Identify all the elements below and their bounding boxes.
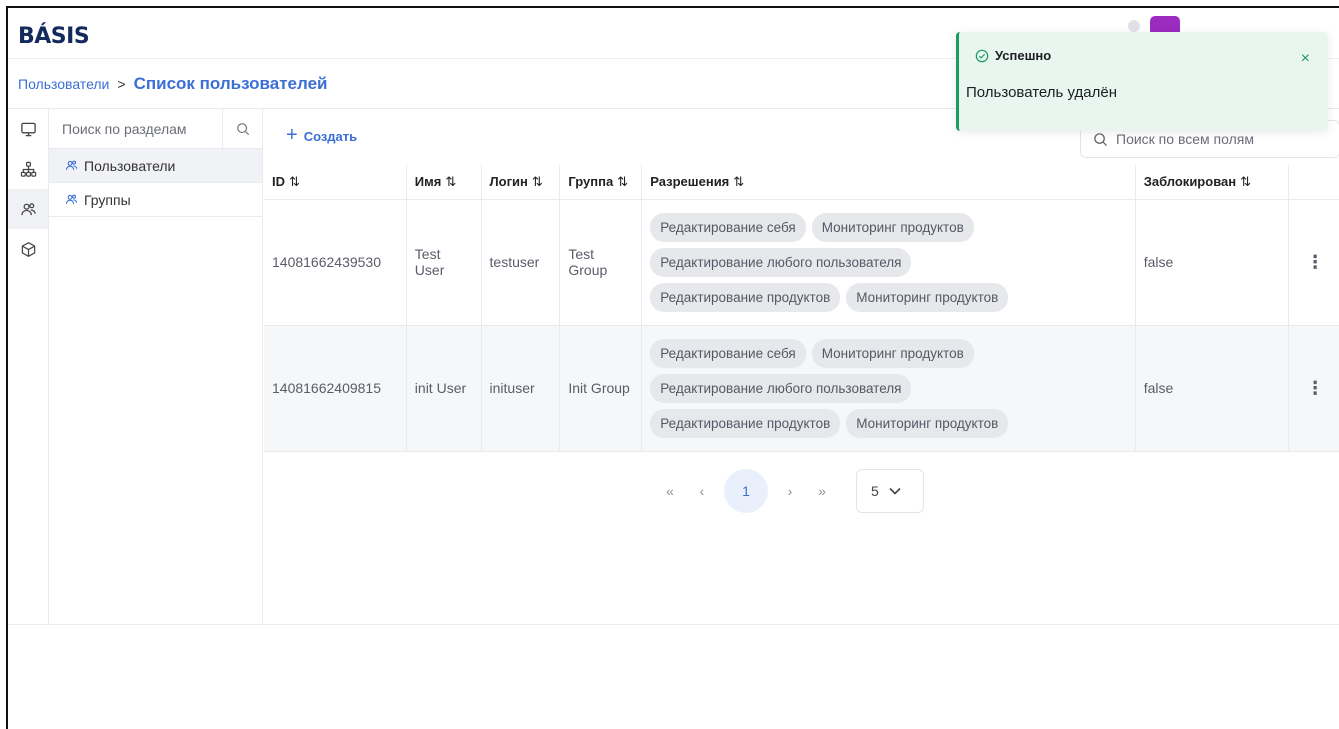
cell-name: Test User (405, 199, 482, 326)
toast-title: Успешно (975, 48, 1051, 63)
hierarchy-icon (20, 161, 36, 177)
sections-search (49, 109, 262, 149)
monitor-icon (20, 122, 36, 136)
toast-message: Пользователь удалён (966, 84, 1117, 101)
cell-blocked: false (1134, 199, 1289, 326)
permission-chip: Редактирование себя (650, 212, 806, 242)
check-circle-icon (975, 49, 989, 62)
sort-icon[interactable]: ⇅ (617, 174, 628, 189)
rail-item-users[interactable] (8, 189, 48, 229)
cube-icon (21, 241, 35, 257)
global-search-input[interactable] (1116, 131, 1316, 147)
app-window: BÁSIS Пользователи > Список пользователе… (6, 6, 1339, 729)
create-button-label: Создать (303, 128, 358, 144)
pagination: « ‹ 1 › » 5 (654, 469, 924, 513)
cell-id: 14081662439530 (264, 199, 407, 326)
sidebar-item-users[interactable]: Пользователи (49, 149, 262, 183)
main-divider-bottom (8, 624, 1339, 625)
users-content: + Создать ID⇅ Имя⇅ Логин⇅ Группа⇅ Разреш… (264, 109, 1339, 624)
table-row[interactable]: 14081662409815 init User inituser Init G… (264, 325, 1339, 452)
permission-chip: Редактирование себя (650, 338, 806, 368)
page-size-select[interactable]: 5 (856, 469, 924, 513)
row-actions-menu[interactable]: ⋮ (1288, 325, 1339, 452)
sort-icon[interactable]: ⇅ (532, 174, 543, 189)
page-title: Список пользователей (133, 74, 328, 93)
sort-icon[interactable]: ⇅ (289, 174, 300, 189)
column-header-permissions[interactable]: Разрешения ⇅ (641, 165, 1136, 200)
page-button-current[interactable]: 1 (724, 469, 768, 513)
permission-chip: Мониторинг продуктов (811, 338, 974, 368)
permission-chip: Мониторинг продуктов (846, 408, 1009, 438)
close-icon[interactable]: × (1301, 50, 1310, 68)
success-toast: Успешно Пользователь удалён × (956, 32, 1328, 131)
toast-title-text: Успешно (995, 48, 1052, 63)
rail-item-structure[interactable] (8, 149, 48, 189)
sections-search-button[interactable] (222, 109, 262, 149)
chevron-down-icon (889, 487, 901, 495)
search-icon (236, 123, 249, 136)
column-header-blocked[interactable]: Заблокирован ⇅ (1134, 165, 1289, 200)
users-table: ID ⇅ Имя ⇅ Логин ⇅ Группа ⇅ Разрешения ⇅ Забл… (264, 165, 1339, 452)
cell-blocked: false (1134, 325, 1289, 452)
search-icon (1094, 132, 1108, 146)
sort-icon[interactable]: ⇅ (1240, 174, 1251, 189)
sort-icon[interactable]: ⇅ (445, 174, 456, 189)
cell-login: inituser (480, 325, 560, 452)
prev-page-button[interactable]: ‹ (686, 469, 718, 513)
cell-login: testuser (480, 199, 560, 326)
sidebar-item-label: Группы (84, 191, 131, 208)
sort-icon[interactable]: ⇅ (733, 174, 744, 189)
permission-chip: Редактирование продуктов (650, 282, 841, 312)
sidebar-item-groups[interactable]: Группы (49, 183, 262, 217)
column-header-login[interactable]: Логин ⇅ (480, 165, 560, 200)
sections-search-input[interactable] (62, 120, 222, 137)
users-icon (20, 202, 36, 215)
kebab-icon: ⋮ (1306, 251, 1325, 272)
column-header-name[interactable]: Имя ⇅ (405, 165, 482, 200)
column-header-actions (1288, 165, 1339, 200)
column-header-id[interactable]: ID ⇅ (264, 165, 407, 200)
table-row[interactable]: 14081662439530 Test User testuser Test G… (264, 199, 1339, 326)
cell-group: Init Group (559, 325, 642, 452)
icon-rail (8, 109, 49, 624)
next-page-button[interactable]: › (774, 469, 806, 513)
column-header-group[interactable]: Группа ⇅ (559, 165, 642, 200)
create-button[interactable]: + Создать (286, 124, 358, 146)
cell-permissions: Редактирование себя Мониторинг продуктов… (641, 325, 1136, 452)
cell-id: 14081662409815 (264, 325, 407, 452)
cell-name: init User (405, 325, 482, 452)
permission-chip: Редактирование любого пользователя (650, 247, 912, 277)
cell-group: Test Group (559, 199, 642, 326)
notification-icon[interactable] (1128, 20, 1140, 32)
last-page-button[interactable]: » (806, 469, 838, 513)
sections-panel: Пользователи Группы (49, 109, 263, 624)
plus-icon: + (286, 124, 298, 146)
rail-item-products[interactable] (8, 229, 48, 269)
breadcrumb-users-link[interactable]: Пользователи (18, 76, 109, 92)
users-icon (65, 160, 78, 170)
permission-chip: Мониторинг продуктов (811, 212, 974, 242)
page-size-value: 5 (871, 483, 879, 499)
users-icon (65, 194, 78, 204)
permission-chip: Редактирование продуктов (650, 408, 841, 438)
cell-permissions: Редактирование себя Мониторинг продуктов… (641, 199, 1136, 326)
permission-chip: Мониторинг продуктов (846, 282, 1009, 312)
row-actions-menu[interactable]: ⋮ (1288, 199, 1339, 326)
breadcrumb-separator: > (117, 76, 126, 92)
kebab-icon: ⋮ (1306, 377, 1325, 398)
breadcrumb: Пользователи > Список пользователей (18, 74, 327, 94)
table-header-row: ID ⇅ Имя ⇅ Логин ⇅ Группа ⇅ Разрешения ⇅ Забл… (264, 165, 1339, 200)
sidebar-item-label: Пользователи (84, 157, 176, 174)
permission-chip: Редактирование любого пользователя (650, 373, 912, 403)
first-page-button[interactable]: « (654, 469, 686, 513)
rail-item-monitoring[interactable] (8, 109, 48, 149)
basis-logo[interactable]: BÁSIS (18, 24, 90, 49)
